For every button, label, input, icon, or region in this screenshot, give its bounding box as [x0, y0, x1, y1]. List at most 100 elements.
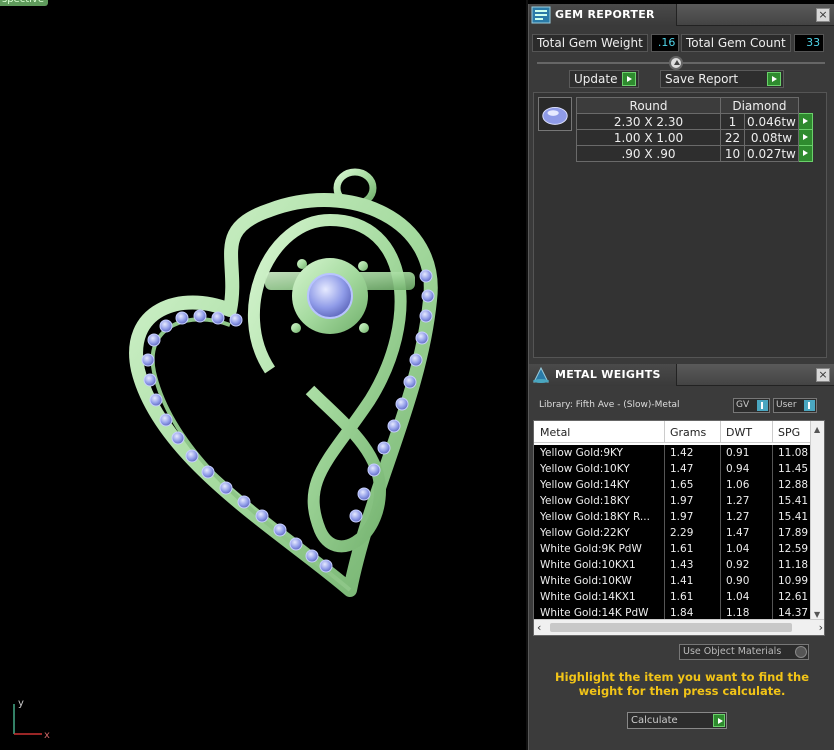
library-label: Library: Fifth Ave - (Slow)-Metal: [539, 400, 680, 410]
metal-dwt: 0.94: [726, 463, 750, 475]
metal-name: Yellow Gold:18KY: [540, 495, 630, 507]
gem-reporter-title-bar[interactable]: GEM REPORTER ×: [529, 4, 834, 26]
viewport-label[interactable]: spective: [0, 0, 48, 6]
dropdown-arrow-icon: [804, 400, 815, 411]
metal-grams: 1.61: [670, 543, 694, 555]
metal-row[interactable]: Yellow Gold:14KY 1.65 1.06 12.88: [534, 477, 812, 493]
gv-dropdown[interactable]: GV: [733, 398, 770, 413]
total-gem-count-value[interactable]: 33: [794, 34, 825, 52]
column-separator: [772, 445, 773, 461]
metal-row[interactable]: White Gold:9K PdW 1.61 1.04 12.59: [534, 541, 812, 557]
scroll-down-icon[interactable]: ▼: [814, 610, 820, 619]
gem-size: 1.00 X 1.00: [576, 129, 721, 146]
metal-row[interactable]: Yellow Gold:18KY R... 1.97 1.27 15.41: [534, 509, 812, 525]
update-button[interactable]: Update: [569, 70, 639, 88]
column-separator: [664, 477, 665, 493]
gem-table-area: Round Diamond 2.30 X 2.30 1 0.046tw 1.00…: [533, 92, 827, 358]
metal-dwt: 1.27: [726, 495, 750, 507]
play-arrow-icon: [622, 72, 636, 86]
gem-row[interactable]: 2.30 X 2.30 1 0.046tw: [576, 113, 813, 130]
metal-grams: 1.65: [670, 479, 694, 491]
column-separator: [772, 541, 773, 557]
gem-report-icon: [531, 6, 551, 24]
total-gem-weight-value[interactable]: .16: [651, 34, 680, 52]
metal-grams: 1.61: [670, 591, 694, 603]
metal-row[interactable]: Yellow Gold:22KY 2.29 1.47 17.89: [534, 525, 812, 541]
column-separator: [664, 525, 665, 541]
close-icon[interactable]: ×: [816, 8, 830, 22]
select-gem-arrow-icon[interactable]: [797, 129, 813, 146]
column-separator: [664, 557, 665, 573]
metal-name: White Gold:10KX1: [540, 559, 636, 571]
calculate-button-label: Calculate: [631, 715, 678, 726]
column-separator: [772, 573, 773, 589]
calculate-button[interactable]: Calculate: [627, 712, 727, 729]
save-report-button[interactable]: Save Report: [660, 70, 784, 88]
metal-row[interactable]: Yellow Gold:9KY 1.42 0.91 11.08: [534, 445, 812, 461]
vertical-scrollbar[interactable]: ▲ ▼: [810, 421, 824, 621]
metal-grams: 1.41: [670, 575, 694, 587]
metal-grams: 1.47: [670, 463, 694, 475]
metal-grams: 1.43: [670, 559, 694, 571]
column-header-grams[interactable]: Grams: [670, 426, 706, 439]
select-gem-arrow-icon[interactable]: [797, 113, 813, 130]
metal-dwt: 1.04: [726, 543, 750, 555]
gem-size: .90 X .90: [576, 145, 721, 162]
metal-name: Yellow Gold:9KY: [540, 447, 623, 459]
gem-type-header: Diamond: [720, 97, 799, 114]
gem-row[interactable]: 1.00 X 1.00 22 0.08tw: [576, 129, 813, 146]
gem-weight: 0.046tw: [744, 113, 799, 130]
collapse-toggle-icon[interactable]: [669, 56, 683, 70]
metal-row[interactable]: White Gold:10KW 1.41 0.90 10.99: [534, 573, 812, 589]
metal-list[interactable]: Metal Grams DWT SPG Yellow Gold:9KY 1.42 0…: [533, 420, 825, 636]
metal-name: Yellow Gold:14KY: [540, 479, 630, 491]
column-separator: [664, 589, 665, 605]
total-gem-count-label: Total Gem Count: [681, 34, 791, 52]
column-separator: [772, 477, 773, 493]
total-gem-weight-label: Total Gem Weight: [532, 34, 648, 52]
column-separator: [720, 525, 721, 541]
column-separator: [720, 509, 721, 525]
metal-dwt: 1.18: [726, 607, 750, 619]
user-dropdown[interactable]: User: [773, 398, 817, 413]
column-header-dwt[interactable]: DWT: [726, 426, 752, 439]
close-icon[interactable]: ×: [816, 368, 830, 382]
3d-viewport[interactable]: spective: [0, 0, 526, 750]
gem-table-header: Round Diamond: [576, 97, 813, 114]
scroll-left-icon[interactable]: ‹: [537, 621, 541, 634]
metal-name: White Gold:14KX1: [540, 591, 636, 603]
use-object-materials-checkbox[interactable]: Use Object Materials: [679, 644, 809, 660]
gem-reporter-title: GEM REPORTER: [555, 8, 655, 21]
metal-name: Yellow Gold:18KY R...: [540, 511, 650, 523]
column-separator: [720, 493, 721, 509]
scroll-up-icon[interactable]: ▲: [814, 425, 820, 434]
metal-dwt: 1.06: [726, 479, 750, 491]
column-header-metal[interactable]: Metal: [540, 426, 570, 439]
metal-list-header: Metal Grams DWT SPG: [534, 421, 812, 443]
metal-row[interactable]: Yellow Gold:10KY 1.47 0.94 11.45: [534, 461, 812, 477]
metal-row[interactable]: White Gold:14KX1 1.61 1.04 12.61: [534, 589, 812, 605]
round-diamond-icon[interactable]: [538, 97, 572, 131]
metal-name: White Gold:9K PdW: [540, 543, 642, 555]
scroll-right-icon[interactable]: ›: [819, 621, 823, 634]
metal-row[interactable]: White Gold:10KX1 1.43 0.92 11.18: [534, 557, 812, 573]
column-separator: [664, 509, 665, 525]
column-header-spg[interactable]: SPG: [778, 426, 800, 439]
metal-name: White Gold:14K PdW: [540, 607, 649, 619]
heart-pendant-model[interactable]: [120, 160, 460, 610]
scroll-thumb[interactable]: [550, 623, 792, 632]
axis-indicator: y x: [13, 698, 50, 741]
metal-name: White Gold:10KW: [540, 575, 632, 587]
use-object-materials-label: Use Object Materials: [683, 646, 782, 657]
horizontal-scrollbar[interactable]: ‹ ›: [534, 619, 824, 635]
metal-row[interactable]: Yellow Gold:18KY 1.97 1.27 15.41: [534, 493, 812, 509]
metal-dwt: 0.91: [726, 447, 750, 459]
update-button-label: Update: [574, 72, 618, 86]
radio-icon: [795, 646, 807, 658]
total-gem-weight-row: Total Gem Weight .16: [532, 34, 680, 52]
gem-row[interactable]: .90 X .90 10 0.027tw: [576, 145, 813, 162]
column-separator: [720, 589, 721, 605]
metal-dwt: 0.90: [726, 575, 750, 587]
select-gem-arrow-icon[interactable]: [797, 145, 813, 162]
metal-weights-title-bar[interactable]: METAL WEIGHTS ×: [529, 364, 834, 386]
